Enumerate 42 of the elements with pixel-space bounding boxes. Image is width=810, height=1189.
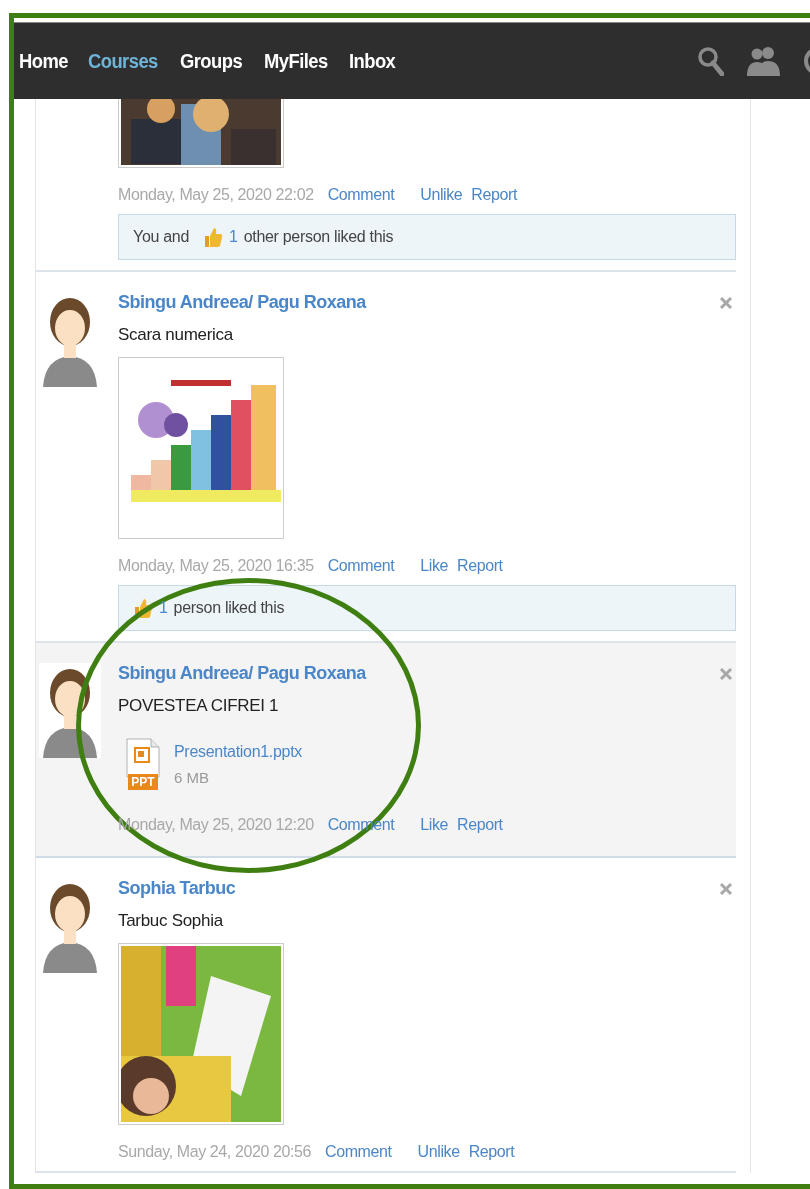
nav-link[interactable]: Home (19, 49, 68, 73)
search-icon[interactable] (698, 46, 724, 76)
likes-prefix: You and (133, 228, 190, 246)
likes-count-link[interactable]: 1 (159, 599, 168, 617)
author-link[interactable]: Sbingu Andreea/ Pagu Roxana (118, 663, 366, 684)
file-type-badge: PPT (128, 774, 158, 790)
close-icon[interactable] (719, 881, 733, 896)
action-link[interactable]: Comment (327, 186, 395, 204)
action-link[interactable]: Report (457, 816, 503, 834)
nav-link[interactable]: MyFiles (263, 49, 328, 73)
action-link[interactable]: Comment (327, 557, 395, 575)
action-link[interactable]: Like (420, 557, 448, 575)
close-icon[interactable] (719, 666, 733, 681)
likes-text: person liked this (173, 599, 285, 617)
action-link[interactable]: Comment (325, 1143, 392, 1161)
action-link[interactable]: Unlike (417, 1143, 460, 1161)
author-link[interactable]: Sbingu Andreea/ Pagu Roxana (118, 292, 366, 313)
action-link[interactable]: Unlike (420, 186, 463, 204)
post-message: POVESTEA CIFREI 1 (118, 696, 280, 716)
author-link[interactable]: Sophia Tarbuc (118, 878, 236, 899)
document-icon (126, 738, 160, 778)
timestamp: Monday, May 25, 2020 16:35 (118, 557, 314, 575)
likes-text: other person liked this (243, 228, 394, 246)
thumbs-up-icon (133, 597, 153, 619)
timestamp: Monday, May 25, 2020 22:02 (118, 186, 314, 204)
action-link[interactable]: Report (471, 186, 517, 204)
action-link[interactable]: Report (457, 557, 503, 575)
thumbs-up-icon (203, 226, 224, 248)
nav-link[interactable]: Groups (180, 49, 243, 73)
nav-link[interactable]: Inbox (348, 49, 395, 73)
avatar-icon (39, 663, 101, 758)
people-icon[interactable] (746, 46, 782, 76)
likes-count-link[interactable]: 1 (229, 228, 238, 246)
timestamp: Sunday, May 24, 2020 20:56 (118, 1143, 311, 1161)
action-link[interactable]: Like (420, 816, 448, 834)
action-link[interactable]: Report (468, 1143, 515, 1161)
nav-link[interactable]: Courses (88, 49, 158, 73)
file-link[interactable]: Presentation1.pptx (174, 742, 303, 761)
post-message: Scara numerica (118, 325, 235, 345)
file-size: 6 MB (174, 768, 210, 786)
close-icon[interactable] (719, 295, 733, 310)
post-message: Tarbuc Sophia (118, 911, 225, 931)
